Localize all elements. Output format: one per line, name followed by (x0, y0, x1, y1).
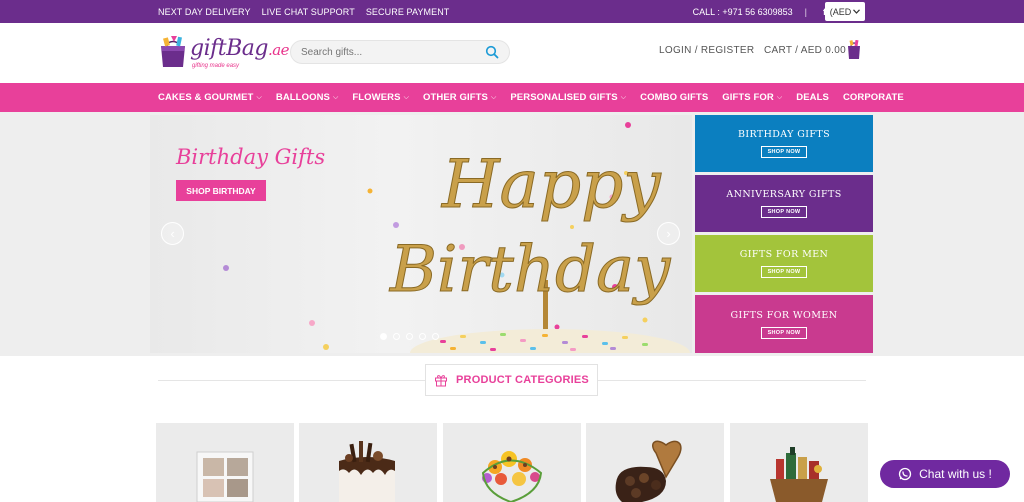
banner-gifts-for-women[interactable]: GIFTS FOR WOMEN SHOP NOW (695, 295, 873, 353)
flower-bouquet-image (481, 451, 543, 502)
next-day-delivery-link[interactable]: NEXT DAY DELIVERY (158, 7, 251, 17)
site-header: giftBag.ae gifting made easy LOGIN / REG… (0, 23, 1024, 83)
topper-happy-text: Happy (441, 146, 661, 223)
banner-title: BIRTHDAY GIFTS (737, 129, 831, 140)
nav-item-label: DEALS (796, 92, 829, 103)
banner-title: GIFTS FOR WOMEN (730, 309, 838, 321)
nav-item-label: OTHER GIFTS (422, 92, 488, 103)
shopping-bag-icon[interactable] (846, 40, 862, 60)
call-number[interactable]: CALL : +971 56 6309853 (693, 7, 793, 17)
chevron-down-icon: ⌵ (332, 93, 339, 101)
slider-dot[interactable] (419, 333, 426, 340)
category-card-chocolates[interactable] (586, 423, 724, 502)
photo-frame-image (196, 451, 254, 502)
nav-item-label: COMBO GIFTS (640, 92, 709, 103)
chat-label: Chat with us ! (919, 467, 992, 481)
slider-dots (380, 333, 439, 340)
gift-bag-logo-icon (161, 36, 185, 67)
chocolate-box-image (615, 440, 682, 502)
nav-item-label: GIFTS FOR (722, 92, 774, 103)
slider-prev-button[interactable]: ‹ (161, 222, 184, 245)
slide-title: Birthday Gifts (176, 145, 326, 169)
chevron-right-icon: › (666, 226, 671, 241)
chevron-down-icon: ⌵ (256, 93, 262, 101)
category-card-hampers[interactable] (730, 423, 868, 502)
logo-wordmark: giftBag.ae (190, 36, 290, 61)
nav-item-label: FLOWERS (352, 92, 401, 103)
logo-main-text: giftBag (190, 36, 268, 61)
gift-icon (435, 375, 448, 387)
live-chat-support-link[interactable]: LIVE CHAT SUPPORT (262, 7, 355, 17)
search-bar (290, 40, 510, 64)
search-input[interactable] (301, 46, 485, 58)
logo-tagline: gifting made easy (192, 63, 240, 69)
nav-item-flowers[interactable]: FLOWERS ⌵ (352, 92, 409, 103)
nav-item-balloons[interactable]: BALLOONS ⌵ (276, 92, 339, 103)
banner-birthday-gifts[interactable]: BIRTHDAY GIFTS SHOP NOW (695, 115, 873, 172)
secure-payment-link[interactable]: SECURE PAYMENT (366, 7, 450, 17)
slider-next-button[interactable]: › (657, 222, 680, 245)
banner-title: GIFTS FOR MEN (739, 249, 829, 260)
nav-item-cakes-gourmet[interactable]: CAKES & GOURMET ⌵ (158, 92, 262, 103)
top-bar: NEXT DAY DELIVERY LIVE CHAT SUPPORT SECU… (0, 0, 1024, 23)
search-icon[interactable] (485, 45, 499, 59)
gift-hamper-image (770, 447, 828, 502)
topper-birthday-text: Birthday (389, 233, 671, 307)
chevron-down-icon: ⌵ (490, 93, 497, 101)
chat-button[interactable]: Chat with us ! (880, 460, 1010, 488)
slider-dot[interactable] (432, 333, 439, 340)
nav-item-personalised-gifts[interactable]: PERSONALISED GIFTS ⌵ (510, 92, 626, 103)
slider-dot[interactable] (406, 333, 413, 340)
chocolate-cake-image (339, 441, 395, 502)
nav-item-label: PERSONALISED GIFTS (510, 92, 618, 103)
logo-suffix-text: .ae (267, 41, 290, 59)
whatsapp-icon (898, 467, 912, 481)
nav-item-combo-gifts[interactable]: COMBO GIFTS (640, 92, 708, 103)
nav-item-corporate[interactable]: CORPORATE (843, 92, 904, 103)
chevron-down-icon: ⌵ (620, 93, 627, 101)
banner-title: ANNIVERSARY GIFTS (726, 189, 842, 200)
shop-now-button[interactable]: SHOP NOW (760, 326, 808, 339)
shop-birthday-button[interactable]: SHOP BIRTHDAY (176, 180, 266, 201)
shop-now-button[interactable]: SHOP NOW (760, 206, 808, 218)
nav-item-label: BALLOONS (275, 92, 330, 103)
cart-link[interactable]: CART / AED 0.00 (764, 45, 846, 56)
nav-list: CAKES & GOURMET ⌵ BALLOONS ⌵ FLOWERS ⌵ OTHER G… (158, 83, 918, 112)
main-navigation: CAKES & GOURMET ⌵ BALLOONS ⌵ FLOWERS ⌵ OTHER G… (0, 83, 1024, 112)
category-card-cakes[interactable] (299, 423, 437, 502)
nav-item-gifts-for[interactable]: GIFTS FOR ⌵ (722, 92, 782, 103)
nav-item-label: CORPORATE (842, 92, 904, 103)
site-logo[interactable]: giftBag.ae gifting made easy (158, 32, 290, 74)
chevron-down-icon: ⌵ (776, 93, 783, 101)
slider-dot[interactable] (393, 333, 400, 340)
nav-item-label: CAKES & GOURMET (158, 92, 254, 103)
product-categories-heading: PRODUCT CATEGORIES (425, 364, 598, 396)
chevron-down-icon (853, 9, 861, 14)
banner-anniversary-gifts[interactable]: ANNIVERSARY GIFTS SHOP NOW (695, 175, 873, 232)
login-register-link[interactable]: LOGIN / REGISTER (659, 45, 754, 56)
currency-value: (AED (829, 6, 852, 17)
nav-item-other-gifts[interactable]: OTHER GIFTS ⌵ (423, 92, 496, 103)
shop-now-button[interactable]: SHOP NOW (760, 146, 808, 158)
hero-slider: Happy Birthday Birthday Gifts SHOP BIRTH… (150, 115, 692, 353)
category-card-personalised[interactable] (156, 423, 294, 502)
nav-item-deals[interactable]: DEALS (796, 92, 829, 103)
product-categories-title: PRODUCT CATEGORIES (456, 374, 589, 386)
chevron-left-icon: ‹ (170, 226, 175, 241)
shop-now-button[interactable]: SHOP NOW (760, 266, 808, 278)
banner-gifts-for-men[interactable]: GIFTS FOR MEN SHOP NOW (695, 235, 873, 292)
top-bar-divider: | (804, 6, 807, 17)
category-card-flowers[interactable] (443, 423, 581, 502)
chevron-down-icon: ⌵ (403, 93, 409, 101)
slider-dot[interactable] (380, 333, 387, 340)
top-bar-links: NEXT DAY DELIVERY LIVE CHAT SUPPORT SECU… (158, 0, 449, 23)
currency-selector[interactable]: (AED (825, 2, 865, 21)
